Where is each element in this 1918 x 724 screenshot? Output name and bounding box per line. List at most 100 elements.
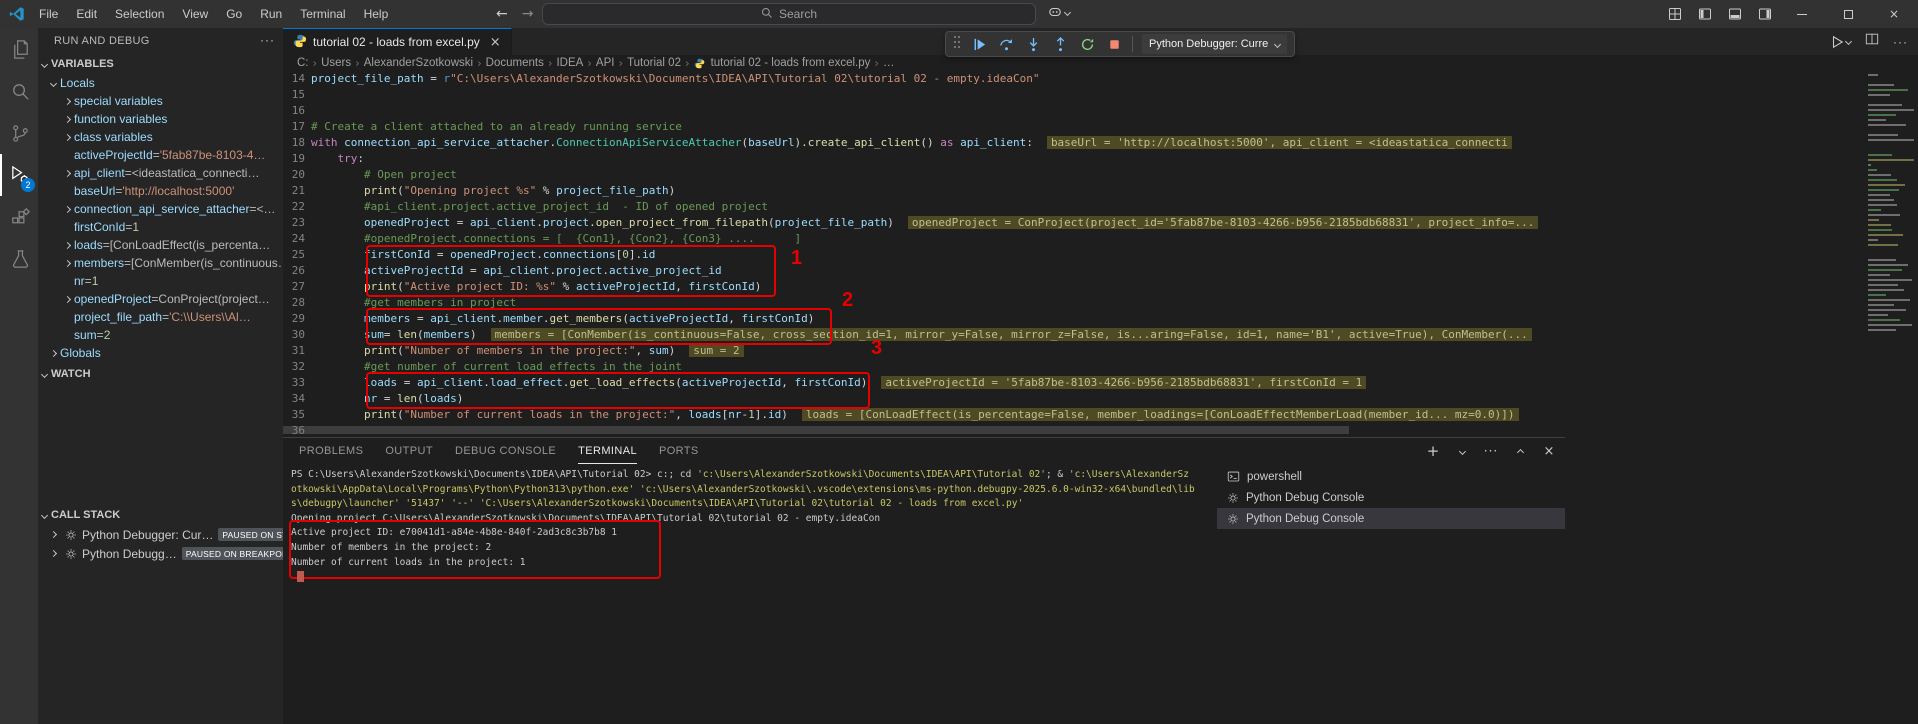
search-box[interactable]: Search bbox=[542, 3, 1036, 25]
line-number: 30 bbox=[283, 327, 305, 343]
variable-row[interactable]: members = [ConMember(is_continuous… bbox=[38, 254, 283, 272]
step-over-button[interactable] bbox=[997, 35, 1015, 53]
variable-row[interactable]: connection_api_service_attacher = <… bbox=[38, 200, 283, 218]
drag-handle-icon[interactable] bbox=[953, 34, 961, 55]
breadcrumb-item[interactable]: C: bbox=[297, 57, 309, 69]
minimap-line bbox=[1868, 114, 1896, 116]
minimap-line bbox=[1868, 134, 1898, 136]
nav-back-icon[interactable]: ← bbox=[496, 6, 508, 22]
breadcrumb-item[interactable]: Tutorial 02 bbox=[627, 57, 681, 69]
menu-terminal[interactable]: Terminal bbox=[291, 0, 354, 28]
close-button[interactable]: × bbox=[1871, 0, 1917, 28]
minimap-line bbox=[1868, 154, 1892, 156]
nav-forward-icon[interactable]: → bbox=[522, 6, 534, 22]
variable-row[interactable]: special variables bbox=[38, 92, 283, 110]
variable-row[interactable]: firstConId = 1 bbox=[38, 218, 283, 236]
activity-explorer-icon[interactable] bbox=[0, 28, 38, 70]
locals-row[interactable]: Locals bbox=[38, 74, 283, 92]
editor-tab[interactable]: tutorial 02 - loads from excel.py × bbox=[283, 28, 512, 55]
horizontal-scrollbar[interactable] bbox=[283, 426, 1850, 434]
customize-layout-icon[interactable] bbox=[1664, 3, 1686, 25]
menu-file[interactable]: File bbox=[30, 0, 67, 28]
more-actions-icon[interactable]: ··· bbox=[1893, 37, 1908, 47]
continue-button[interactable] bbox=[970, 35, 988, 53]
stop-button[interactable] bbox=[1105, 35, 1123, 53]
panel-tab-output[interactable]: OUTPUT bbox=[385, 439, 433, 464]
activity-source-control-icon[interactable] bbox=[0, 112, 38, 154]
scrollbar-thumb[interactable] bbox=[283, 426, 1349, 434]
minimap-line bbox=[1868, 324, 1912, 326]
debug-profile-select[interactable]: Python Debugger: Curre bbox=[1142, 34, 1287, 54]
tab-close-icon[interactable]: × bbox=[490, 35, 501, 50]
maximize-button[interactable] bbox=[1825, 0, 1871, 28]
new-terminal-button[interactable]: + bbox=[1425, 443, 1441, 459]
copilot-icon[interactable] bbox=[1048, 5, 1070, 19]
panel-tab-problems[interactable]: PROBLEMS bbox=[299, 439, 363, 464]
callstack-session-row[interactable]: Python Debugger: Cur…PAUSED ON STEP bbox=[38, 525, 283, 544]
menu-selection[interactable]: Selection bbox=[106, 0, 173, 28]
more-actions-icon[interactable]: ··· bbox=[1483, 443, 1499, 459]
variable-row[interactable]: function variables bbox=[38, 110, 283, 128]
breadcrumb-item[interactable]: Users bbox=[321, 57, 351, 69]
variable-row[interactable]: activeProjectId = '5fab87be-8103-4… bbox=[38, 146, 283, 164]
split-editor-icon[interactable] bbox=[1865, 32, 1879, 51]
terminal-text: 'C:\Users\AlexanderSzotkowski\Documents\… bbox=[480, 498, 1023, 509]
breadcrumb-item[interactable]: AlexanderSzotkowski bbox=[364, 57, 473, 69]
breadcrumb-item[interactable]: Documents bbox=[486, 57, 544, 69]
maximize-panel-icon[interactable] bbox=[1512, 443, 1528, 459]
breadcrumb-item[interactable]: IDEA bbox=[556, 57, 583, 69]
editor-actions: ··· bbox=[1830, 28, 1908, 55]
step-out-button[interactable] bbox=[1051, 35, 1069, 53]
close-panel-icon[interactable]: × bbox=[1541, 443, 1557, 459]
terminal-output[interactable]: PS C:\Users\AlexanderSzotkowski\Document… bbox=[291, 468, 1216, 722]
panel-tab-terminal[interactable]: TERMINAL bbox=[578, 439, 637, 464]
window-controls: × bbox=[1779, 0, 1917, 28]
variable-row[interactable]: class variables bbox=[38, 128, 283, 146]
step-into-button[interactable] bbox=[1024, 35, 1042, 53]
callstack-session-row[interactable]: Python Debugg…PAUSED ON BREAKPOINT bbox=[38, 544, 283, 563]
code-token: ( bbox=[397, 344, 404, 357]
panel-tab-ports[interactable]: PORTS bbox=[659, 439, 699, 464]
menu-help[interactable]: Help bbox=[355, 0, 398, 28]
activity-extensions-icon[interactable] bbox=[0, 196, 38, 238]
activity-testing-icon[interactable] bbox=[0, 238, 38, 280]
callstack-section-header[interactable]: CALL STACK bbox=[38, 505, 283, 525]
minimize-button[interactable] bbox=[1779, 0, 1825, 28]
breadcrumb-item[interactable]: API bbox=[596, 57, 615, 69]
watch-section-header[interactable]: WATCH bbox=[38, 364, 283, 384]
variable-row[interactable]: nr = 1 bbox=[38, 272, 283, 290]
breadcrumb-item[interactable]: tutorial 02 - loads from excel.py bbox=[711, 57, 871, 69]
minimap[interactable] bbox=[1862, 71, 1918, 425]
menu-go[interactable]: Go bbox=[217, 0, 251, 28]
menu-view[interactable]: View bbox=[173, 0, 217, 28]
variable-row[interactable]: api_client = <ideastatica_connecti… bbox=[38, 164, 283, 182]
run-python-file-button[interactable] bbox=[1830, 35, 1851, 49]
launch-profile-chevron-icon[interactable] bbox=[1454, 443, 1470, 459]
terminal-list-item[interactable]: Python Debug Console bbox=[1217, 508, 1565, 529]
menu-run[interactable]: Run bbox=[251, 0, 291, 28]
activity-search-icon[interactable] bbox=[0, 70, 38, 112]
panel-tab-debug-console[interactable]: DEBUG CONSOLE bbox=[455, 439, 556, 464]
terminal-list-item[interactable]: Python Debug Console bbox=[1217, 487, 1565, 508]
variables-section-header[interactable]: VARIABLES bbox=[38, 54, 283, 74]
restart-button[interactable] bbox=[1078, 35, 1096, 53]
variable-row[interactable]: baseUrl = 'http://localhost:5000' bbox=[38, 182, 283, 200]
terminal-list-item[interactable]: powershell bbox=[1217, 466, 1565, 487]
toggle-primary-sidebar-icon[interactable] bbox=[1694, 3, 1716, 25]
variable-value: ConProject(project… bbox=[158, 292, 269, 306]
variable-row[interactable]: project_file_path = 'C:\\Users\\Al… bbox=[38, 308, 283, 326]
toggle-secondary-sidebar-icon[interactable] bbox=[1754, 3, 1776, 25]
variable-row[interactable]: openedProject = ConProject(project… bbox=[38, 290, 283, 308]
breadcrumb-item[interactable]: … bbox=[883, 57, 895, 69]
code-line: 34 nr = len(loads) bbox=[283, 391, 1918, 407]
variable-row[interactable]: sum = 2 bbox=[38, 326, 283, 344]
menu-edit[interactable]: Edit bbox=[67, 0, 106, 28]
activity-run-debug-icon[interactable]: 2 bbox=[0, 154, 38, 196]
more-actions-icon[interactable]: ··· bbox=[260, 35, 275, 54]
variable-row[interactable]: loads = [ConLoadEffect(is_percenta… bbox=[38, 236, 283, 254]
globals-row[interactable]: Globals bbox=[38, 344, 283, 362]
toggle-panel-icon[interactable] bbox=[1724, 3, 1746, 25]
minimap-line bbox=[1868, 234, 1903, 236]
separator bbox=[1132, 36, 1133, 52]
code-editor[interactable]: 14project_file_path = r"C:\Users\Alexand… bbox=[283, 71, 1918, 437]
